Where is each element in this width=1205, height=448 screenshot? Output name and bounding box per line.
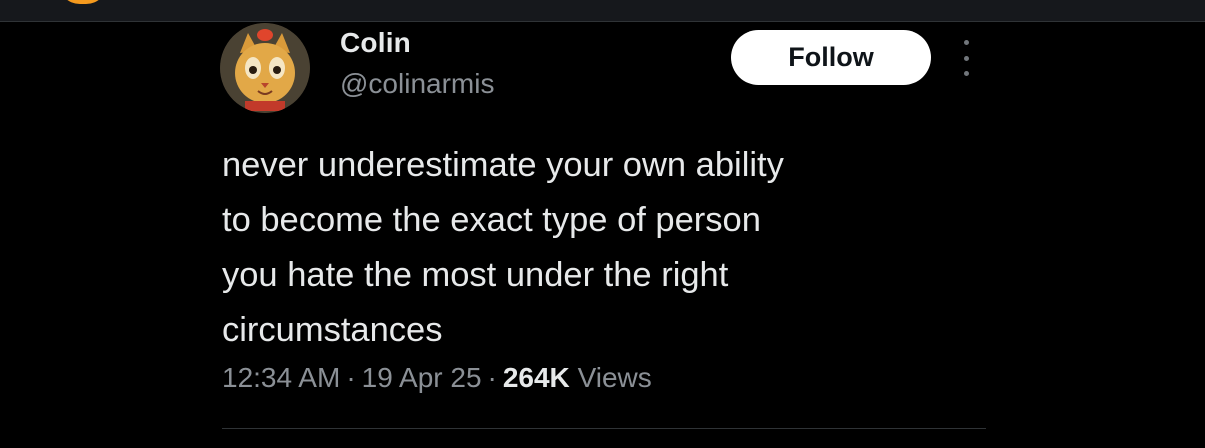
more-vertical-icon[interactable]: [956, 40, 976, 76]
views-label: Views: [577, 362, 652, 393]
tweet-date[interactable]: 19 Apr 25: [362, 362, 482, 393]
divider: [222, 428, 986, 429]
meta-separator: ·: [487, 362, 497, 393]
dot-icon: [963, 71, 969, 76]
tweet-meta: 12:34 AM · 19 Apr 25 · 264K Views: [222, 362, 652, 394]
views-count: 264K: [502, 362, 570, 393]
author-handle[interactable]: @colinarmis: [340, 68, 494, 100]
tweet-time[interactable]: 12:34 AM: [222, 362, 340, 393]
author-name[interactable]: Colin: [340, 27, 411, 59]
dot-icon: [963, 40, 969, 45]
dot-icon: [963, 55, 969, 61]
avatar[interactable]: [220, 23, 310, 113]
follow-button[interactable]: Follow: [731, 30, 931, 85]
cat-avatar-icon: [220, 23, 310, 113]
tweet-text: never underestimate your own ability to …: [222, 146, 784, 349]
meta-separator: ·: [346, 362, 356, 393]
topbar-avatar-icon[interactable]: [58, 0, 108, 4]
top-bar: [0, 0, 1205, 22]
